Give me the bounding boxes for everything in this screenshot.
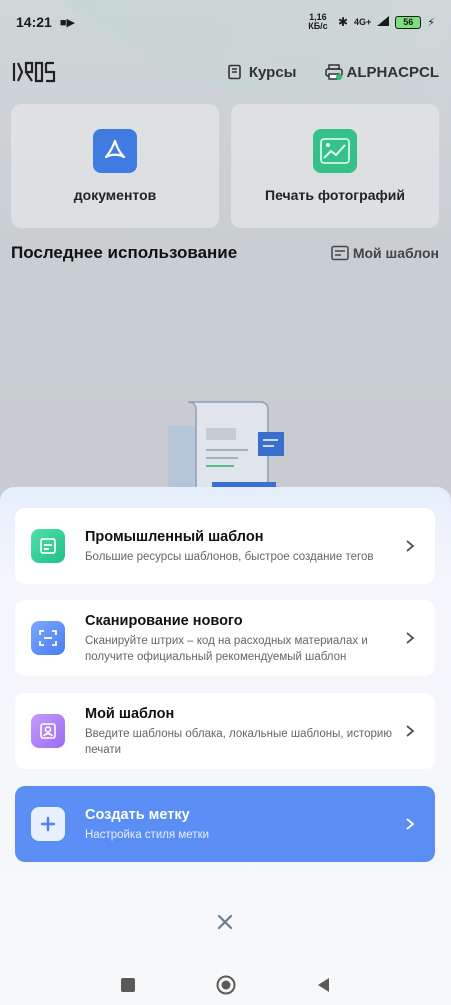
industrial-template-text: Промышленный шаблон Большие ресурсы шабл…: [85, 527, 393, 565]
system-nav-bar: [0, 965, 451, 1005]
chevron-right-icon: [406, 632, 415, 644]
top-bar-actions: Курсы ALPHACPCL: [227, 64, 439, 81]
user-template-icon: [31, 714, 65, 748]
chevron-right-icon: [406, 725, 415, 737]
chevron-right-icon: [406, 818, 415, 830]
scan-new-option[interactable]: Сканирование нового Сканируйте штрих – к…: [15, 600, 435, 676]
scan-new-text: Сканирование нового Сканируйте штрих – к…: [85, 611, 393, 665]
printer-icon: [324, 64, 343, 80]
my-template-label: Мой шаблон: [352, 245, 439, 261]
create-label-option[interactable]: Создать метку Настройка стиля метки: [15, 786, 435, 862]
book-icon: [227, 64, 243, 80]
charging-icon: ⚡: [427, 16, 435, 29]
option-title: Мой шаблон: [85, 706, 175, 722]
top-bar: Курсы ALPHACPCL: [0, 50, 451, 94]
signal-label: 4G+: [354, 17, 372, 27]
battery-indicator: 56: [395, 15, 422, 29]
courses-label: Курсы: [248, 63, 297, 81]
signal-icon: [377, 16, 390, 28]
camera-icon: ■▶: [59, 16, 75, 29]
option-subtitle: Большие ресурсы шаблонов, быстрое создан…: [85, 551, 374, 563]
printer-selector[interactable]: ALPHACPCL: [324, 63, 440, 81]
my-template-text: Мой шаблон Введите шаблоны облака, локал…: [85, 704, 393, 758]
pdf-icon: [93, 129, 137, 173]
home-circle-icon[interactable]: [216, 975, 236, 995]
option-title: Сканирование нового: [85, 613, 243, 629]
recents-square-icon[interactable]: [118, 975, 138, 995]
option-title: Создать метку: [85, 807, 190, 823]
photo-print-card[interactable]: Печать фотографий: [231, 104, 439, 228]
my-template-link[interactable]: Мой шаблон: [331, 245, 439, 261]
recent-title: Последнее использование: [11, 243, 238, 262]
status-indicators: 1,16 КБ/с ✱ 4G+ 56 ⚡: [304, 13, 435, 31]
photo-print-label: Печать фотографий: [265, 187, 405, 203]
plus-icon: [31, 807, 65, 841]
option-subtitle: Введите шаблоны облака, локальные шаблон…: [85, 728, 392, 756]
recent-section-header: Последнее использование Мой шаблон: [11, 240, 439, 266]
industrial-template-icon: [31, 529, 65, 563]
net-speed: 1,16 КБ/с: [308, 12, 328, 31]
brand-logo: [12, 58, 56, 86]
industrial-template-option[interactable]: Промышленный шаблон Большие ресурсы шабл…: [15, 508, 435, 584]
back-triangle-icon[interactable]: [314, 975, 334, 995]
close-icon[interactable]: [211, 911, 239, 933]
documents-card[interactable]: документов: [11, 104, 219, 228]
option-subtitle: Сканируйте штрих – код на расходных мате…: [85, 635, 368, 663]
create-label-text: Создать метку Настройка стиля метки: [85, 805, 393, 843]
chevron-right-icon: [406, 540, 415, 552]
option-title: Промышленный шаблон: [85, 529, 264, 545]
template-icon: [331, 245, 349, 261]
my-template-option[interactable]: Мой шаблон Введите шаблоны облака, локал…: [15, 693, 435, 769]
status-time: 14:21: [16, 14, 52, 30]
quick-actions: документов Печать фотографий: [11, 104, 439, 228]
scan-icon: [31, 621, 65, 655]
printer-label: ALPHACPCL: [346, 63, 440, 81]
empty-state-illustration: [168, 398, 288, 489]
documents-label: документов: [73, 187, 157, 203]
bluetooth-icon: ✱: [337, 15, 348, 29]
status-bar: 14:21 ■▶ 1,16 КБ/с ✱ 4G+ 56 ⚡: [0, 0, 451, 44]
courses-link[interactable]: Курсы: [227, 64, 297, 81]
photo-icon: [313, 129, 357, 173]
option-subtitle: Настройка стиля метки: [85, 829, 210, 841]
